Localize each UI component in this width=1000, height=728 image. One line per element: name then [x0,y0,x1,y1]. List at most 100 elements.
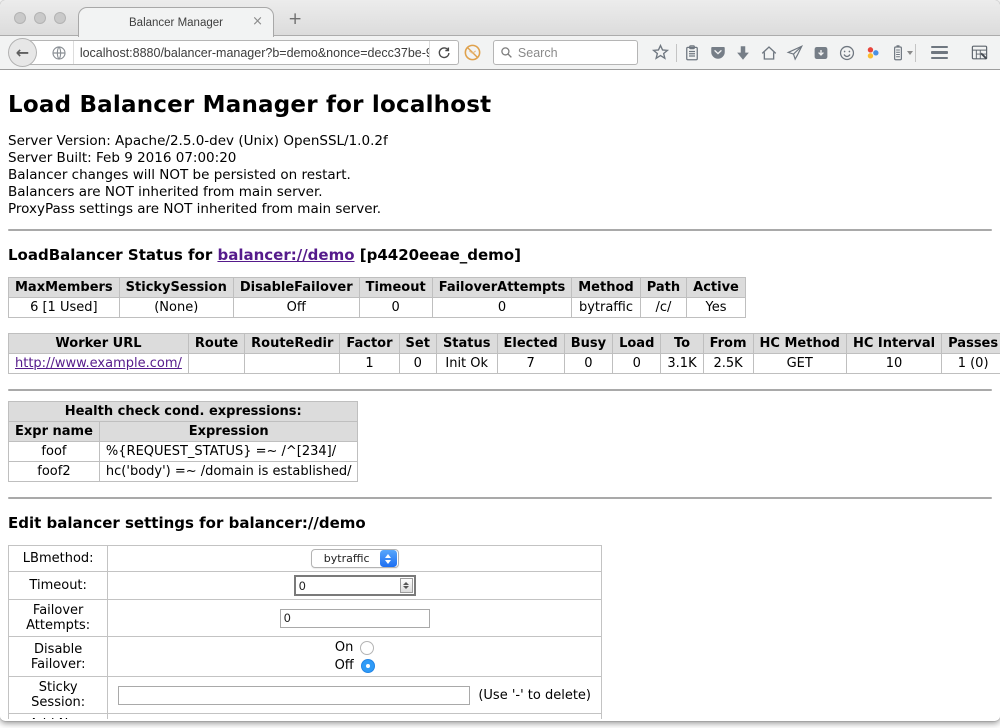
addon-dropdown-caret[interactable] [907,51,913,55]
navigation-toolbar: ← localhost:8880/balancer-manager?b=demo… [0,36,1000,70]
lbmethod-label: LBmethod: [9,546,108,572]
failover-attempts-input[interactable] [280,609,430,628]
close-window-button[interactable] [14,12,26,24]
back-button[interactable]: ← [8,38,37,67]
table-cell: 7 [497,354,564,374]
colors-addon-icon[interactable] [860,39,886,67]
disable-failover-on-radio[interactable] [360,641,374,655]
balancer-status-table: MaxMembers StickySession DisableFailover… [8,277,746,318]
smiley-icon[interactable] [834,39,860,67]
inherit-note-line: Balancers are NOT inherited from main se… [8,184,992,201]
table-cell: 6 [1 Used] [9,298,120,318]
health-check-table: Health check cond. expressions: Expr nam… [8,401,358,482]
table-header-cell: HC Method [753,334,846,354]
form-row-lbmethod: LBmethod: bytraffic [9,546,602,572]
table-row: 6 [1 Used] (None) Off 0 0 bytraffic /c/ … [9,298,746,318]
table-header-cell: Factor [340,334,399,354]
search-bar[interactable]: Search [493,40,638,65]
form-row-sticky-session: Sticky Session: (Use '-' to delete) [9,677,602,714]
on-radio-label: On [335,640,353,655]
table-cell: Off [233,298,359,318]
form-row-failover-attempts: Failover Attempts: [9,600,602,637]
table-cell: 0 [613,354,661,374]
table-header-cell: MaxMembers [9,278,120,298]
url-text[interactable]: localhost:8880/balancer-manager?b=demo&n… [74,46,429,60]
table-cell: 0 [399,354,436,374]
bookmark-star-icon[interactable] [648,39,674,67]
select-stepper-icon [380,550,397,567]
page-content: Load Balancer Manager for localhost Serv… [0,70,1000,719]
table-header-cell: To [661,334,703,354]
table-cell: hc('body') =~ /domain is established/ [99,462,358,482]
send-icon[interactable] [782,39,808,67]
minimize-window-button[interactable] [34,12,46,24]
url-bar[interactable]: localhost:8880/balancer-manager?b=demo&n… [22,40,459,65]
table-cell: foof2 [9,462,100,482]
table-header-cell: Expression [99,422,358,442]
window-controls[interactable] [14,12,66,24]
disable-failover-label: Disable Failover: [9,637,108,677]
clipboard-icon[interactable] [679,39,705,67]
editor-grid-icon[interactable] [966,39,992,67]
menu-icon[interactable] [926,39,952,67]
off-radio-label: Off [335,658,354,673]
table-header-cell: Worker URL [9,334,189,354]
timeout-label: Timeout: [9,572,108,600]
table-header-cell: Method [572,278,640,298]
globe-icon[interactable] [45,41,74,64]
table-cell: 0 [432,298,572,318]
browser-tab[interactable]: Balancer Manager × [78,7,274,37]
section-divider [8,389,992,391]
addon-box-icon[interactable] [808,39,834,67]
table-cell [188,354,244,374]
table-header-cell: Timeout [359,278,432,298]
search-placeholder: Search [518,46,558,60]
timeout-input[interactable] [294,575,416,596]
table-header-row: Health check cond. expressions: [9,402,358,422]
status-heading-prefix: LoadBalancer Status for [8,246,217,264]
server-version-line: Server Version: Apache/2.5.0-dev (Unix) … [8,133,992,150]
new-tab-button[interactable]: + [288,11,302,28]
section-divider [8,229,992,231]
edit-settings-heading: Edit balancer settings for balancer://de… [8,514,992,532]
table-cell: /c/ [640,298,686,318]
table-cell: Yes [687,298,746,318]
worker-url-link[interactable]: http://www.example.com/ [15,356,182,371]
table-header-cell: Status [436,334,497,354]
tab-close-icon[interactable]: × [252,14,263,29]
sticky-session-input[interactable] [118,686,470,705]
disable-failover-off-radio[interactable] [361,659,375,673]
add-worker-label: Add New Worker: [9,714,108,720]
toolbar-separator [676,44,677,62]
table-header-cell: DisableFailover [233,278,359,298]
table-cell: 1 (0) [942,354,1000,374]
number-spinner-icon[interactable] [400,578,413,593]
sticky-session-hint: (Use '-' to delete) [478,688,591,703]
lbmethod-select[interactable]: bytraffic [311,549,399,568]
table-header-cell: RouteRedir [245,334,340,354]
zoom-window-button[interactable] [54,12,66,24]
table-row: http://www.example.com/ 1 0 Init Ok 7 0 … [9,354,1000,374]
reload-icon[interactable] [429,41,458,64]
balancer-demo-link[interactable]: balancer://demo [217,246,354,264]
page-title: Load Balancer Manager for localhost [8,92,992,118]
lbmethod-selected-value: bytraffic [324,552,370,565]
table-header-cell: Elected [497,334,564,354]
table-cell: 2.5K [703,354,753,374]
table-header-cell: Load [613,334,661,354]
table-cell: 1 [340,354,399,374]
block-content-icon[interactable] [459,39,485,67]
home-icon[interactable] [756,39,782,67]
table-header-cell: Set [399,334,436,354]
loadbalancer-status-heading: LoadBalancer Status for balancer://demo … [8,246,992,264]
pocket-icon[interactable] [705,39,731,67]
table-cell: bytraffic [572,298,640,318]
download-icon[interactable] [731,39,757,67]
table-header-cell: Expr name [9,422,100,442]
worker-status-table: Worker URL Route RouteRedir Factor Set S… [8,333,1000,374]
table-row: foof %{REQUEST_STATUS} =~ /^[234]/ [9,442,358,462]
table-header-cell: FailoverAttempts [432,278,572,298]
toolbar-separator [915,44,916,62]
section-divider [8,497,992,499]
table-header-cell: Active [687,278,746,298]
